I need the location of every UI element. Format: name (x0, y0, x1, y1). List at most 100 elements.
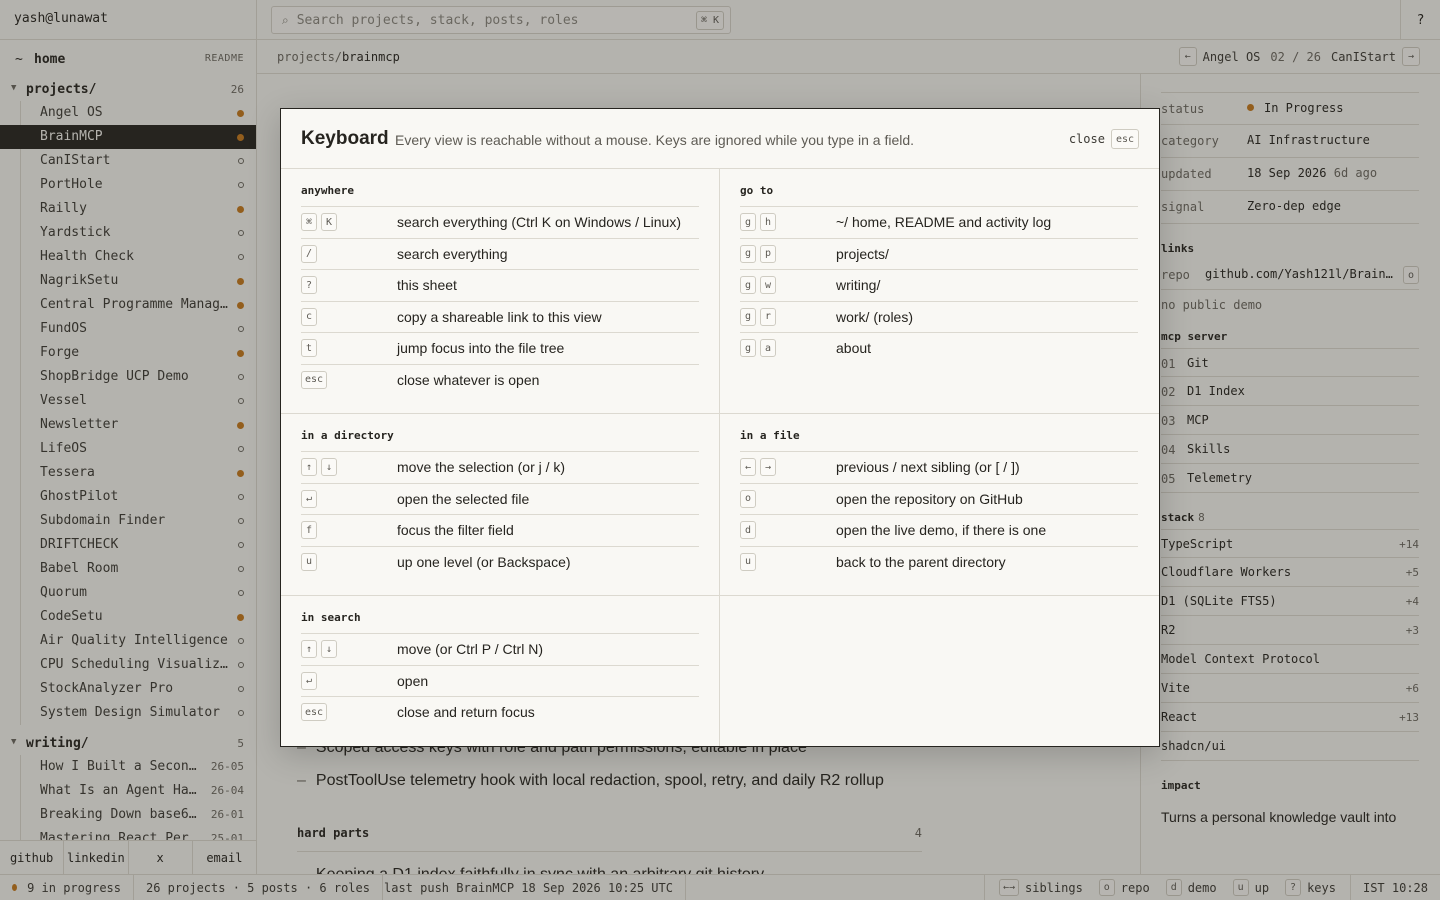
shortcut-row: d open the live demo, if there is one (740, 515, 1138, 547)
shortcut-description: projects/ (836, 245, 889, 262)
close-label: close (1068, 132, 1105, 146)
shortcut-keys: d (740, 521, 756, 540)
key-cap: ← (740, 458, 756, 476)
shortcut-keys: ⌘ K (301, 213, 337, 231)
shortcut-keys: ↑ ↓ (301, 640, 337, 658)
shortcut-description: ~/ home, README and activity log (836, 214, 1052, 230)
shortcut-keys: ? (301, 276, 317, 295)
shortcut-description: close and return focus (397, 704, 535, 721)
key-cap: a (760, 339, 776, 358)
shortcut-description: search everything (397, 245, 508, 262)
key-cap: u (301, 552, 317, 571)
shortcut-keys: ↑ ↓ (301, 458, 337, 476)
key-cap: ↑ (301, 640, 317, 658)
shortcut-row: ← → previous / next sibling (or [ / ]) (740, 452, 1138, 484)
shortcut-keys: gr (740, 307, 776, 326)
shortcut-row: f focus the filter field (301, 515, 699, 547)
key-cap: r (760, 307, 776, 326)
shortcut-description: search everything (Ctrl K on Windows / L… (397, 214, 681, 230)
key-cap: esc (301, 370, 328, 389)
shortcut-row: ↑ ↓ move the selection (or j / k) (301, 452, 699, 484)
key-cap: ↵ (301, 671, 317, 690)
key-cap: o (740, 489, 756, 508)
section-title: in a directory (301, 429, 394, 442)
shortcut-keys: ↵ (301, 671, 317, 690)
shortcut-row: g w writing/ (740, 270, 1138, 302)
shortcut-section: anywhere ⌘ Ksearch everything (Ctrl K on W… (281, 169, 720, 414)
shortcut-description: open the live demo, if there is one (836, 522, 1047, 539)
key-cap: ↵ (301, 489, 317, 508)
shortcut-keys: ga (740, 339, 776, 358)
shortcut-keys: esc (301, 370, 328, 389)
dialog-title: Keyboard (301, 128, 389, 149)
key-cap: h (760, 213, 776, 231)
shortcut-section: in search ↑ ↓ move (or Ctrl P / Ctrl N) ↵ ope… (281, 596, 720, 746)
dialog-header: Keyboard Every view is reachable without… (281, 109, 1159, 169)
shortcut-row: u back to the parent directory (740, 547, 1138, 579)
key-cap: g (740, 213, 756, 231)
shortcut-row: g h ~/ home, README and activity log (740, 207, 1138, 239)
shortcut-rows: ↑ ↓ move the selection (or j / k) ↵ open the… (301, 451, 699, 578)
key-cap: c (301, 307, 317, 326)
shortcut-keys: / (301, 244, 317, 263)
empty-section (720, 596, 1159, 746)
shortcut-description: open (397, 672, 429, 689)
dialog-description: Every view is reachable without a mouse.… (395, 132, 915, 148)
close-button[interactable]: close esc (1069, 129, 1139, 149)
key-cap: ⌘ (301, 213, 317, 231)
shortcut-description: about (836, 340, 872, 357)
shortcut-row: ↵ open the selected file (301, 484, 699, 516)
shortcut-keys: u (301, 552, 317, 571)
key-cap: d (740, 521, 756, 540)
keyboard-shortcuts-dialog: Keyboard Every view is reachable without… (280, 108, 1160, 747)
shortcut-description: move (or Ctrl P / Ctrl N) (397, 641, 543, 657)
shortcut-keys: u (740, 552, 756, 571)
shortcut-description: up one level (or Backspace) (397, 553, 571, 570)
shortcut-description: close whatever is open (397, 371, 540, 388)
key-cap: esc (301, 703, 328, 722)
shortcut-description: this sheet (397, 277, 457, 294)
shortcut-description: writing/ (836, 277, 881, 294)
shortcut-description: jump focus into the file tree (397, 340, 565, 357)
section-title: in a file (740, 429, 800, 442)
shortcut-keys: o (740, 489, 756, 508)
shortcut-row: g p projects/ (740, 239, 1138, 271)
shortcut-keys: t (301, 339, 317, 358)
shortcut-description: open the repository on GitHub (836, 490, 1023, 507)
key-cap: ↑ (301, 458, 317, 476)
shortcut-row: o open the repository on GitHub (740, 484, 1138, 516)
key-cap: ? (301, 276, 317, 295)
shortcut-keys: gw (740, 276, 776, 295)
shortcut-row: ⌘ Ksearch everything (Ctrl K on Windows /… (301, 207, 699, 239)
shortcut-keys: esc (301, 703, 328, 722)
shortcut-row: esc close and return focus (301, 697, 699, 729)
shortcut-keys: ↵ (301, 489, 317, 508)
key-cap: ↓ (321, 640, 337, 658)
key-cap: → (760, 458, 776, 476)
close-key: esc (1110, 129, 1139, 149)
shortcut-description: previous / next sibling (or [ / ]) (836, 459, 1020, 475)
shortcut-row: / search everything (301, 239, 699, 271)
key-cap: g (740, 244, 756, 263)
key-cap: u (740, 552, 756, 571)
shortcut-keys: c (301, 307, 317, 326)
shortcut-rows: ↑ ↓ move (or Ctrl P / Ctrl N) ↵ open esc close… (301, 633, 699, 729)
shortcut-row: ? this sheet (301, 270, 699, 302)
section-title: anywhere (301, 184, 354, 197)
section-title: go to (740, 184, 774, 197)
shortcut-description: focus the filter field (397, 522, 514, 539)
shortcut-row: g a about (740, 333, 1138, 365)
key-cap: g (740, 339, 756, 358)
shortcut-section: in a file ← → previous / next sibling (or [… (720, 414, 1159, 596)
shortcut-row: t jump focus into the file tree (301, 333, 699, 365)
shortcut-keys: gp (740, 244, 776, 263)
key-cap: K (321, 213, 337, 231)
shortcut-keys: f (301, 521, 317, 540)
key-cap: f (301, 521, 317, 540)
shortcut-section: go to g h ~/ home, README and activity log g… (720, 169, 1159, 414)
key-cap: w (760, 276, 776, 295)
shortcut-description: move the selection (or j / k) (397, 459, 566, 475)
shortcut-section: in a directory ↑ ↓ move the selection (or j… (281, 414, 720, 596)
shortcut-row: c copy a shareable link to this view (301, 302, 699, 334)
key-cap: g (740, 276, 756, 295)
